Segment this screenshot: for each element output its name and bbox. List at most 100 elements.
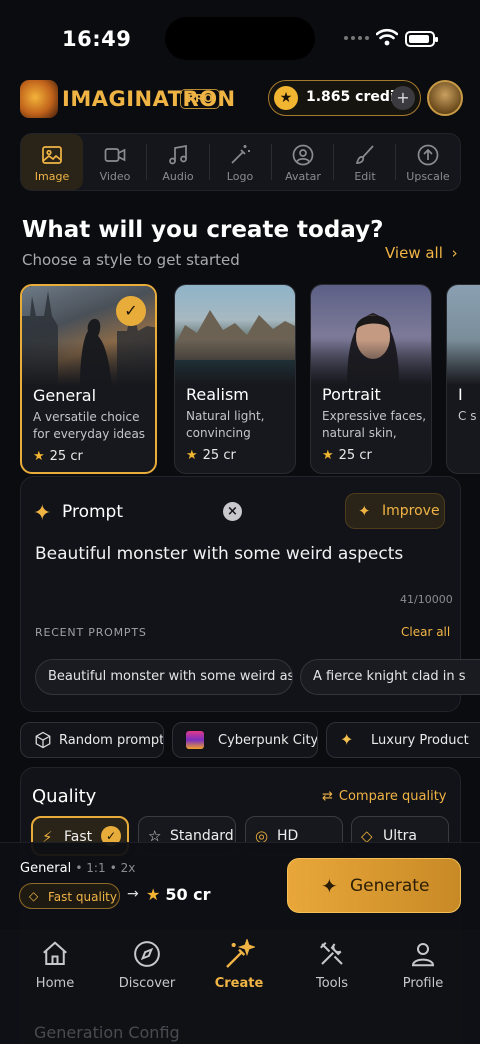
star-icon: ★ xyxy=(186,448,198,463)
clear-prompt-button[interactable]: × xyxy=(223,502,242,521)
sparkles-icon: ✦ xyxy=(340,730,354,749)
tab-avatar[interactable]: Avatar xyxy=(272,134,334,190)
summary-style: General xyxy=(20,861,72,876)
view-all-label: View all xyxy=(385,244,443,262)
style-thumbnail xyxy=(311,285,431,385)
luxury-product-chip[interactable]: ✦ Luxury Product xyxy=(326,722,480,758)
pro-badge: PRO xyxy=(180,89,220,109)
magic-wand-icon xyxy=(231,145,250,164)
status-time: 16:49 xyxy=(62,27,132,51)
tab-label: Avatar xyxy=(285,170,321,183)
arrow-right-icon: → xyxy=(127,886,139,902)
compare-label: Compare quality xyxy=(338,789,447,804)
nav-discover[interactable]: Discover xyxy=(107,939,187,999)
tab-label: Upscale xyxy=(406,170,450,183)
style-card-general[interactable]: ✓ General A versatile choice for everyda… xyxy=(20,284,157,474)
brush-icon xyxy=(355,145,374,164)
star-icon: ★ xyxy=(33,449,45,464)
nav-label: Profile xyxy=(402,976,444,991)
generate-cost: ★ 50 cr xyxy=(146,885,211,904)
person-icon xyxy=(411,943,435,967)
nav-label: Home xyxy=(35,976,75,991)
style-card-portrait[interactable]: Portrait Expressive faces, natural skin,… xyxy=(310,284,432,474)
image-icon xyxy=(42,146,62,164)
compare-quality-link[interactable]: ⇄ Compare quality xyxy=(322,789,446,804)
summary-ratio: 1:1 xyxy=(86,861,106,875)
tab-upscale[interactable]: Upscale xyxy=(397,134,459,190)
style-description: C s xyxy=(458,409,477,423)
dynamic-island xyxy=(165,17,315,60)
nav-create[interactable]: Create xyxy=(199,939,279,999)
app-logo-icon xyxy=(20,80,58,118)
style-cost: ★ 25 cr xyxy=(33,449,83,464)
cube-icon xyxy=(35,731,51,749)
view-all-link[interactable]: View all › xyxy=(385,244,458,262)
generate-label: Generate xyxy=(350,876,430,896)
sparkles-icon: ✦ xyxy=(358,502,371,520)
quality-pill[interactable]: ◇ Fast quality xyxy=(19,883,120,909)
tools-icon xyxy=(320,942,343,965)
arrow-up-circle-icon xyxy=(417,144,439,166)
tab-logo[interactable]: Logo xyxy=(209,134,271,190)
nav-label: Create xyxy=(214,976,264,991)
tab-label: Video xyxy=(99,170,131,183)
tab-label: Image xyxy=(34,170,70,183)
improve-label: Improve xyxy=(382,503,440,519)
section-subtitle: Choose a style to get started xyxy=(22,251,240,269)
style-description: Natural light, convincing mater… xyxy=(186,409,265,440)
star-icon: ★ xyxy=(146,885,161,904)
generation-config-heading: Generation Config xyxy=(34,1023,180,1042)
compare-arrows-icon: ⇄ xyxy=(322,789,333,804)
user-avatar[interactable] xyxy=(427,80,463,116)
style-description: A versatile choice for everyday ideas an… xyxy=(33,410,146,441)
nav-label: Discover xyxy=(118,976,176,991)
style-card-realism[interactable]: Realism Natural light, convincing mater…… xyxy=(174,284,296,474)
style-cost: ★ 25 cr xyxy=(186,448,236,463)
recent-prompt-chip[interactable]: A fierce knight clad in s xyxy=(300,659,480,695)
style-cost-value: 25 cr xyxy=(338,448,372,463)
wifi-icon xyxy=(376,28,398,46)
tab-label: Logo xyxy=(226,170,254,183)
creation-type-tabs: Image Video Audio Logo Avatar Edit Upsca… xyxy=(20,133,461,191)
character-count: 41/10000 xyxy=(400,593,453,606)
cellular-signal-icon xyxy=(344,36,369,40)
style-description: Expressive faces, natural skin, and… xyxy=(322,409,427,440)
diamond-icon: ◇ xyxy=(29,889,39,903)
tab-image[interactable]: Image xyxy=(21,134,83,190)
style-card-partial[interactable]: I C s xyxy=(446,284,480,474)
tab-edit[interactable]: Edit xyxy=(334,134,396,190)
cyberpunk-city-chip[interactable]: Cyberpunk City xyxy=(172,722,318,758)
sparkles-icon: ✦ xyxy=(33,501,52,526)
tab-video[interactable]: Video xyxy=(84,134,146,190)
section-title: What will you create today? xyxy=(22,217,384,243)
style-cost-value: 25 cr xyxy=(49,449,83,464)
tab-audio[interactable]: Audio xyxy=(147,134,209,190)
add-credits-button[interactable]: + xyxy=(391,86,415,110)
prompt-input[interactable]: Beautiful monster with some weird aspect… xyxy=(35,544,403,564)
generation-summary: General • 1:1 • 2x xyxy=(20,861,136,876)
improve-prompt-button[interactable]: ✦ Improve xyxy=(345,493,445,529)
style-thumbnail xyxy=(447,285,480,385)
music-note-icon xyxy=(169,144,187,165)
style-name: General xyxy=(33,386,97,405)
recent-prompt-chip[interactable]: Beautiful monster with some weird asp… xyxy=(35,659,293,695)
clear-all-link[interactable]: Clear all xyxy=(401,625,450,639)
video-icon xyxy=(104,148,126,162)
star-icon: ★ xyxy=(274,86,298,110)
home-icon xyxy=(43,941,67,965)
style-name: Portrait xyxy=(322,385,381,404)
credits-pill[interactable]: ★ 1.865 credits + xyxy=(268,80,421,116)
recent-prompts-label: RECENT PROMPTS xyxy=(35,626,147,639)
nav-profile[interactable]: Profile xyxy=(383,939,463,999)
compass-icon xyxy=(134,941,160,967)
nav-tools[interactable]: Tools xyxy=(292,939,372,999)
prompt-label: Prompt xyxy=(62,502,123,522)
magic-wand-icon xyxy=(226,939,255,968)
tab-label: Edit xyxy=(354,170,376,183)
nav-home[interactable]: Home xyxy=(15,939,95,999)
generate-button[interactable]: ✦ Generate xyxy=(287,858,461,913)
sparkles-icon: ✦ xyxy=(321,874,338,898)
suggestion-label: Luxury Product xyxy=(371,733,469,748)
suggestion-label: Cyberpunk City xyxy=(218,733,318,748)
random-prompt-chip[interactable]: Random prompt xyxy=(20,722,164,758)
